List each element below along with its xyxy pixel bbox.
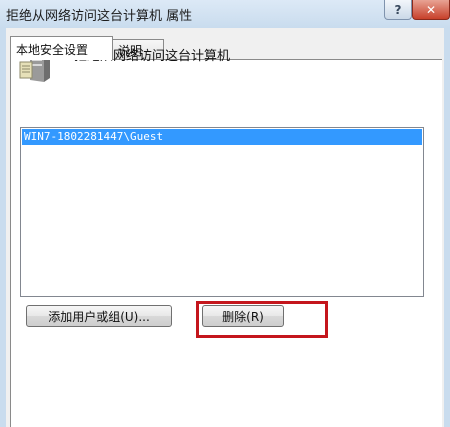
window-title: 拒绝从网络访问这台计算机 属性 [6, 9, 193, 24]
list-item[interactable]: WIN7-1802281447\Guest [22, 129, 422, 145]
highlight-annotation-box [196, 301, 328, 338]
window-frame-right [444, 28, 450, 427]
tab-local-security-setting[interactable]: 本地安全设置 [10, 36, 113, 60]
help-button[interactable]: ? [384, 0, 412, 20]
title-bar: 拒绝从网络访问这台计算机 属性 ? ✕ [0, 0, 450, 28]
close-button[interactable]: ✕ [412, 0, 450, 20]
add-user-or-group-button[interactable]: 添加用户或组(U)... [26, 305, 172, 327]
account-listbox[interactable]: WIN7-1802281447\Guest [20, 127, 424, 297]
